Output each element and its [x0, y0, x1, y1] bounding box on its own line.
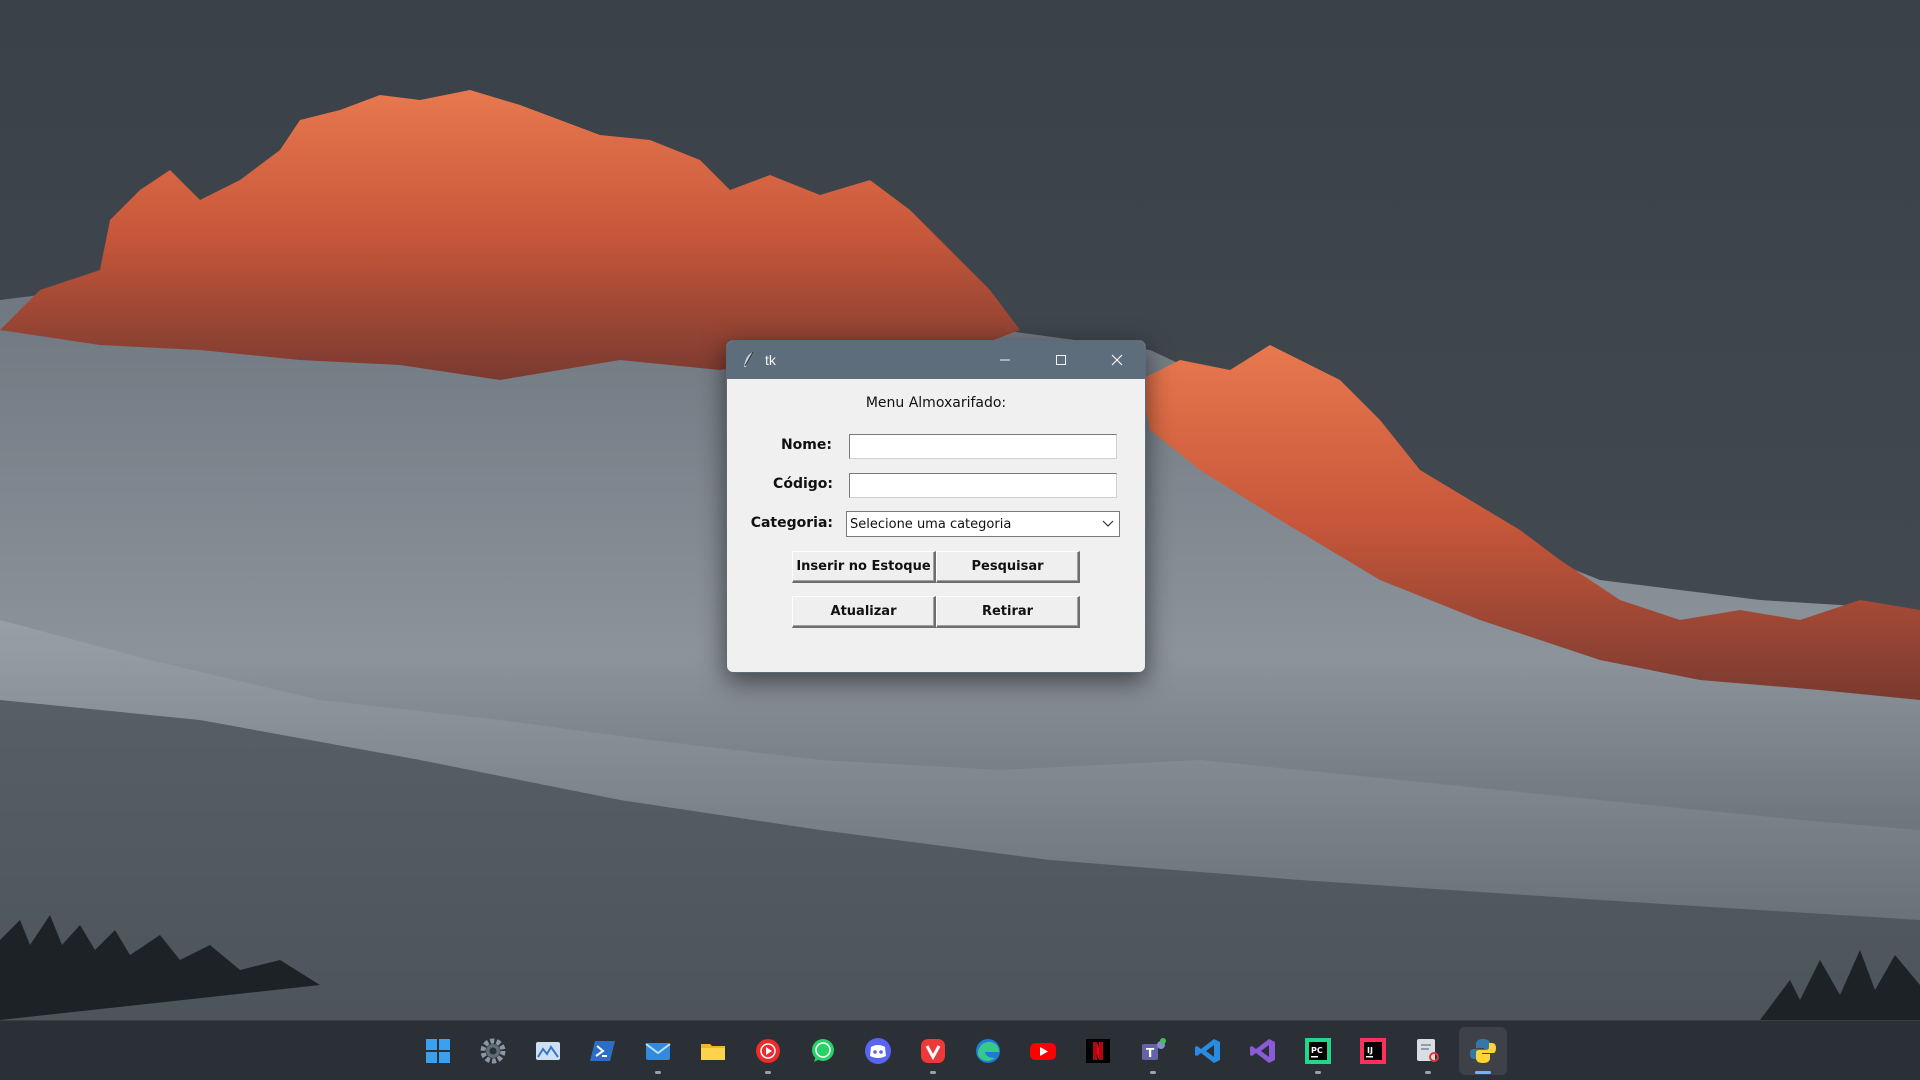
svg-text:IJ: IJ: [1367, 1046, 1373, 1055]
minimize-button[interactable]: [977, 341, 1033, 379]
maximize-icon: [1056, 355, 1066, 365]
powershell-icon: [590, 1041, 615, 1061]
categoria-selected-value: Selecione uma categoria: [850, 516, 1012, 532]
window-title: tk: [765, 352, 776, 368]
teams-icon: T: [1142, 1038, 1166, 1060]
taskbar-python[interactable]: [1459, 1027, 1507, 1075]
retirar-button[interactable]: Retirar: [936, 596, 1080, 628]
pesquisar-button[interactable]: Pesquisar: [936, 551, 1080, 583]
svg-text:T: T: [1146, 1046, 1155, 1060]
taskbar-photos[interactable]: [524, 1027, 572, 1075]
taskbar-edge[interactable]: [964, 1027, 1012, 1075]
nome-label: Nome:: [780, 437, 832, 453]
categoria-select[interactable]: Selecione uma categoria: [846, 511, 1120, 537]
tk-window: tk Menu Almoxarifado: Nome: Código: Cate…: [726, 340, 1146, 673]
visual-studio-icon: [1250, 1039, 1275, 1063]
vivaldi-icon: [921, 1039, 945, 1063]
categoria-label: Categoria:: [750, 515, 833, 531]
pycharm-icon: PC: [1305, 1038, 1331, 1064]
whatsapp-icon: [812, 1039, 834, 1062]
minimize-icon: [1000, 359, 1010, 361]
taskbar-vivaldi[interactable]: [909, 1027, 957, 1075]
taskbar-intellij[interactable]: IJ: [1349, 1027, 1397, 1075]
taskbar-youtube[interactable]: [1019, 1027, 1067, 1075]
intellij-icon: IJ: [1360, 1038, 1386, 1064]
taskbar-settings[interactable]: [469, 1027, 517, 1075]
running-indicator: [655, 1071, 661, 1074]
mail-icon: [645, 1043, 671, 1060]
nome-input[interactable]: [849, 434, 1117, 459]
running-indicator: [1425, 1071, 1431, 1074]
taskbar-youtube-music[interactable]: [744, 1027, 792, 1075]
taskbar-snipping-tool[interactable]: [1404, 1027, 1452, 1075]
taskbar-powershell[interactable]: [579, 1027, 627, 1075]
discord-icon: [865, 1038, 891, 1064]
settings-gear-icon: [480, 1038, 506, 1064]
window-content: Menu Almoxarifado: Nome: Código: Categor…: [727, 379, 1145, 672]
file-explorer-icon: [701, 1044, 725, 1060]
image-viewer-icon: [536, 1042, 560, 1060]
close-button[interactable]: [1089, 341, 1145, 379]
running-indicator: [765, 1071, 771, 1074]
svg-text:PC: PC: [1311, 1046, 1323, 1055]
chevron-down-icon[interactable]: [1097, 512, 1119, 536]
taskbar-discord[interactable]: [854, 1027, 902, 1075]
taskbar-file-explorer[interactable]: [689, 1027, 737, 1075]
running-indicator: [1315, 1071, 1321, 1074]
netflix-icon: [1086, 1039, 1110, 1063]
snipping-tool-icon: [1417, 1039, 1439, 1062]
taskbar: T PC IJ: [0, 1020, 1920, 1080]
codigo-label: Código:: [773, 476, 833, 492]
taskbar-pycharm[interactable]: PC: [1294, 1027, 1342, 1075]
taskbar-mail[interactable]: [634, 1027, 682, 1075]
taskbar-vscode[interactable]: [1184, 1027, 1232, 1075]
vscode-icon: [1195, 1039, 1220, 1063]
python-icon: [1470, 1039, 1496, 1063]
atualizar-button[interactable]: Atualizar: [792, 596, 936, 628]
youtube-music-icon: [756, 1039, 780, 1063]
start-button[interactable]: [414, 1027, 462, 1075]
youtube-icon: [1030, 1043, 1056, 1060]
running-indicator: [1475, 1071, 1491, 1074]
taskbar-netflix[interactable]: [1074, 1027, 1122, 1075]
taskbar-visual-studio[interactable]: [1239, 1027, 1287, 1075]
inserir-estoque-button[interactable]: Inserir no Estoque: [792, 551, 936, 583]
close-icon: [1111, 354, 1123, 366]
codigo-input[interactable]: [849, 473, 1117, 498]
windows-start-icon: [426, 1039, 450, 1063]
running-indicator: [930, 1071, 936, 1074]
taskbar-teams[interactable]: T: [1129, 1027, 1177, 1075]
edge-icon: [976, 1039, 1000, 1063]
title-bar[interactable]: tk: [727, 341, 1145, 379]
running-indicator: [1150, 1071, 1156, 1074]
tk-feather-icon: [744, 351, 754, 367]
menu-heading: Menu Almoxarifado:: [865, 395, 1007, 411]
maximize-button[interactable]: [1033, 341, 1089, 379]
taskbar-whatsapp[interactable]: [799, 1027, 847, 1075]
